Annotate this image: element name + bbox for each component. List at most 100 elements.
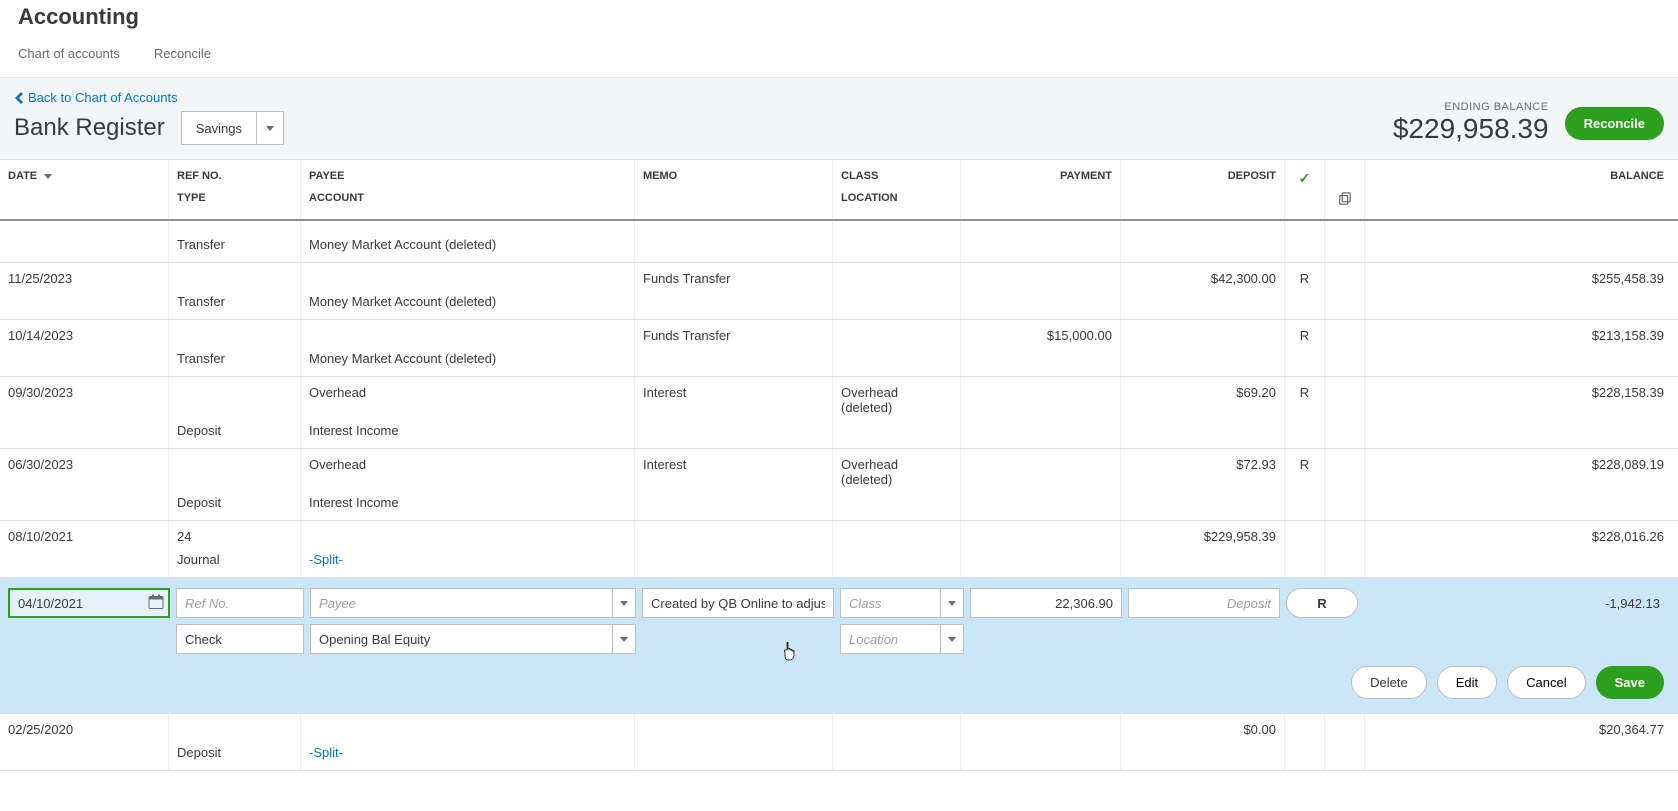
- cell-account: Money Market Account (deleted): [300, 351, 634, 376]
- header-reconciled[interactable]: ✓: [1284, 160, 1324, 219]
- cell-type: Deposit: [168, 745, 300, 770]
- cell-attachment: [1324, 377, 1364, 423]
- cell-ref: [168, 714, 300, 745]
- header-payee-account[interactable]: PAYEE ACCOUNT: [300, 160, 634, 219]
- caret-down-icon: [948, 601, 956, 606]
- cell-deposit: $0.00: [1120, 714, 1284, 745]
- header-class-location[interactable]: CLASS LOCATION: [832, 160, 960, 219]
- cell-location: [832, 423, 960, 448]
- cell-reconciled: R: [1284, 449, 1324, 495]
- edit-payee-dropdown[interactable]: [612, 588, 636, 618]
- edit-type-display: Check: [176, 624, 304, 654]
- edit-class-combo[interactable]: [840, 588, 964, 618]
- cell-attachment: [1324, 714, 1364, 745]
- edit-account-combo[interactable]: [310, 624, 636, 654]
- cell-ref: [168, 221, 300, 237]
- header-deposit[interactable]: DEPOSIT: [1120, 160, 1284, 219]
- cell-account: -Split-: [300, 552, 634, 577]
- reconcile-button[interactable]: Reconcile: [1565, 107, 1664, 140]
- cell-payee: [300, 263, 634, 294]
- table-row[interactable]: 09/30/2023 Overhead Interest Overhead (d…: [0, 377, 1678, 449]
- cell-memo: Interest: [634, 377, 832, 423]
- cell-location: [832, 294, 960, 319]
- header-ref-type[interactable]: REF NO. TYPE: [168, 160, 300, 219]
- header-balance[interactable]: BALANCE: [1364, 160, 1678, 219]
- tab-reconcile[interactable]: Reconcile: [154, 46, 211, 63]
- edit-payment-input[interactable]: [970, 588, 1122, 618]
- calendar-icon[interactable]: [148, 594, 164, 613]
- header-date[interactable]: DATE: [0, 160, 168, 219]
- back-to-chart-link[interactable]: Back to Chart of Accounts: [14, 90, 284, 105]
- cell-type: Deposit: [168, 495, 300, 520]
- edit-deposit-input[interactable]: [1128, 588, 1280, 618]
- edit-account-input[interactable]: [310, 624, 612, 654]
- cell-account: Interest Income: [300, 495, 634, 520]
- attachment-icon: [1338, 192, 1352, 209]
- split-link[interactable]: -Split-: [309, 745, 343, 760]
- tab-chart-of-accounts[interactable]: Chart of accounts: [18, 46, 120, 63]
- account-select-dropdown-button[interactable]: [256, 111, 284, 145]
- page-title: Accounting: [0, 0, 1678, 30]
- edit-action-bar: Delete Edit Cancel Save: [8, 666, 1670, 699]
- edit-payee-input[interactable]: [310, 588, 612, 618]
- cell-memo: [634, 221, 832, 237]
- edit-memo-input[interactable]: [642, 588, 834, 618]
- edit-balance-value: -1,942.13: [1364, 596, 1670, 611]
- table-row[interactable]: 10/14/2023 Funds Transfer $15,000.00 R $…: [0, 320, 1678, 377]
- caret-down-icon: [620, 601, 628, 606]
- edit-ref-input[interactable]: [176, 588, 304, 618]
- cell-attachment: [1324, 449, 1364, 495]
- edit-location-dropdown[interactable]: [940, 624, 964, 654]
- cancel-button[interactable]: Cancel: [1507, 666, 1585, 699]
- header-memo[interactable]: MEMO: [634, 160, 832, 219]
- cell-reconciled: R: [1284, 320, 1324, 351]
- account-select[interactable]: Savings: [181, 111, 284, 145]
- cell-ref: [168, 320, 300, 351]
- edit-location-combo[interactable]: [840, 624, 964, 654]
- caret-down-icon: [948, 637, 956, 642]
- cell-location: [832, 552, 960, 577]
- save-button[interactable]: Save: [1596, 666, 1664, 699]
- table-row[interactable]: 11/25/2023 Funds Transfer $42,300.00 R $…: [0, 263, 1678, 320]
- cell-balance: $228,016.26: [1364, 521, 1678, 552]
- cell-balance: $213,158.39: [1364, 320, 1678, 351]
- ending-balance-label: ENDING BALANCE: [1393, 101, 1549, 113]
- table-row[interactable]: 02/25/2020 $0.00 $20,364.77 Deposit -Spl…: [0, 714, 1678, 771]
- cell-balance: $20,364.77: [1364, 714, 1678, 745]
- cell-memo: Interest: [634, 449, 832, 495]
- edit-class-input[interactable]: [840, 588, 940, 618]
- edit-date-input[interactable]: [8, 588, 170, 618]
- cell-payment: [960, 221, 1120, 237]
- edit-class-dropdown[interactable]: [940, 588, 964, 618]
- cell-location: [832, 495, 960, 520]
- cell-balance: $228,089.19: [1364, 449, 1678, 495]
- edit-row: R -1,942.13 Check Delete Edit Cancel Sav…: [0, 578, 1678, 714]
- table-row[interactable]: Transfer Money Market Account (deleted): [0, 221, 1678, 263]
- edit-account-dropdown[interactable]: [612, 624, 636, 654]
- table-row[interactable]: 06/30/2023 Overhead Interest Overhead (d…: [0, 449, 1678, 521]
- cell-payee: Overhead: [300, 449, 634, 495]
- cell-ref: [168, 263, 300, 294]
- cell-reconciled: [1284, 521, 1324, 552]
- edit-reconciled-toggle[interactable]: R: [1286, 588, 1358, 618]
- cell-payment: $15,000.00: [960, 320, 1120, 351]
- edit-button[interactable]: Edit: [1437, 666, 1497, 699]
- cell-type: Transfer: [168, 351, 300, 376]
- table-row[interactable]: 08/10/2021 24 $229,958.39 $228,016.26 Jo…: [0, 521, 1678, 578]
- cell-class: [832, 221, 960, 237]
- delete-button[interactable]: Delete: [1351, 666, 1427, 699]
- split-link[interactable]: -Split-: [309, 552, 343, 567]
- cell-memo: [634, 714, 832, 745]
- cell-attachment: [1324, 221, 1364, 237]
- edit-location-input[interactable]: [840, 624, 940, 654]
- caret-down-icon: [620, 637, 628, 642]
- cell-ref: [168, 449, 300, 495]
- cell-deposit: $229,958.39: [1120, 521, 1284, 552]
- header-payment[interactable]: PAYMENT: [960, 160, 1120, 219]
- register-header: Back to Chart of Accounts Bank Register …: [0, 78, 1678, 160]
- edit-date-field[interactable]: [8, 588, 170, 618]
- header-attachment[interactable]: [1324, 160, 1364, 219]
- cell-payment: [960, 263, 1120, 294]
- cell-date: 06/30/2023: [0, 449, 168, 495]
- edit-payee-combo[interactable]: [310, 588, 636, 618]
